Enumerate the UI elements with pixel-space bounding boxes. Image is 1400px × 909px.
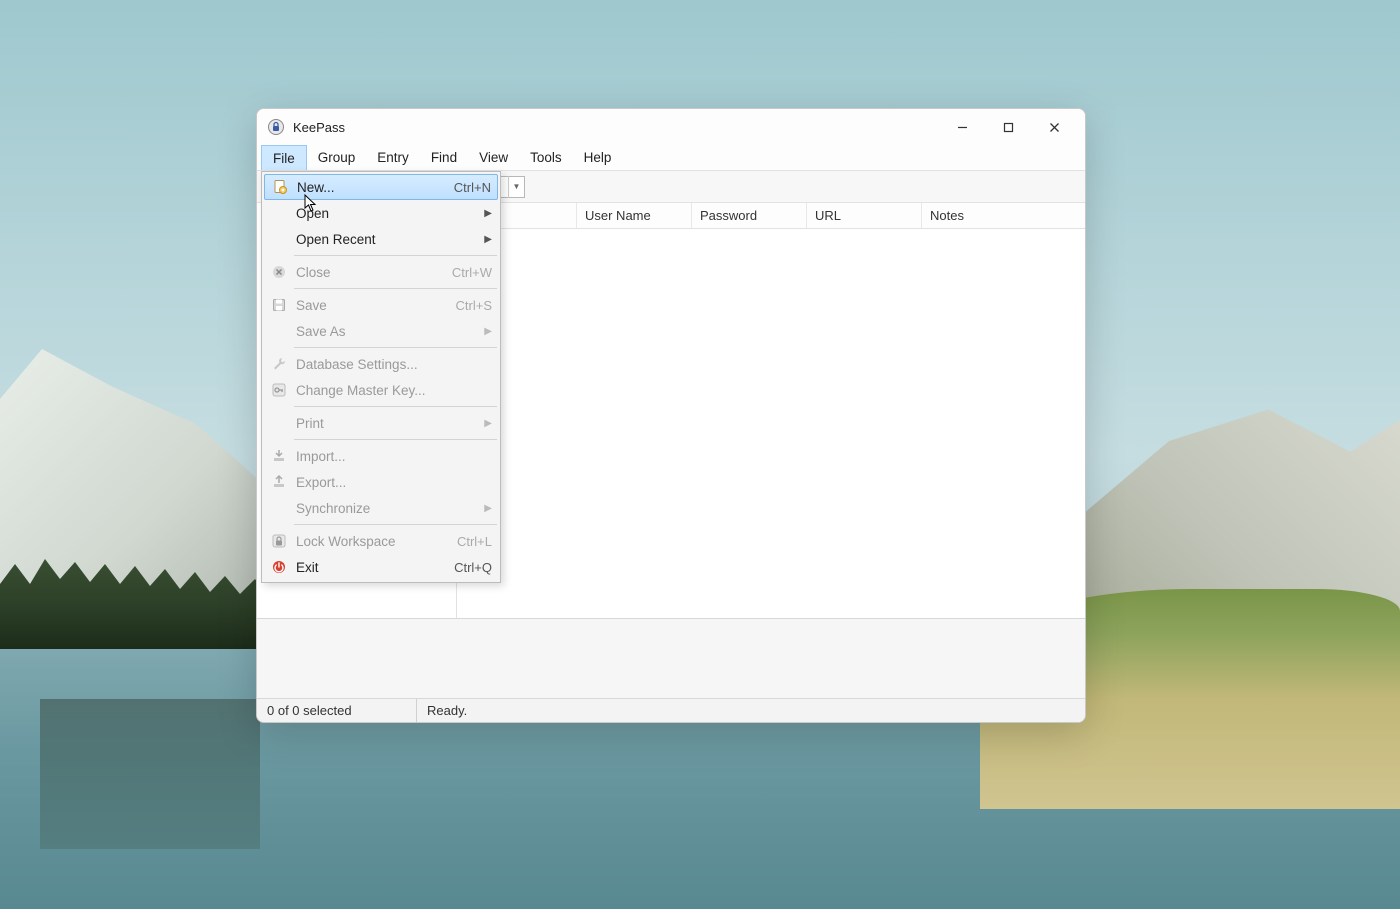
minimize-button[interactable] bbox=[939, 111, 985, 143]
column-headers: Title User Name Password URL Notes bbox=[457, 203, 1085, 229]
menu-item-label: Save As bbox=[296, 324, 480, 339]
file-menu-synchronize: Synchronize▶ bbox=[264, 495, 498, 521]
menu-item-shortcut: Ctrl+N bbox=[454, 180, 491, 195]
menu-help[interactable]: Help bbox=[573, 145, 623, 170]
window-title: KeePass bbox=[293, 120, 345, 135]
menu-separator bbox=[294, 406, 497, 407]
file-menu-print: Print▶ bbox=[264, 410, 498, 436]
app-lock-icon bbox=[267, 118, 285, 136]
file-menu-exit[interactable]: Exit Ctrl+Q bbox=[264, 554, 498, 580]
file-menu-dropdown: New...Ctrl+NOpen▶Open Recent▶CloseCtrl+W… bbox=[261, 171, 501, 583]
submenu-arrow-icon: ▶ bbox=[480, 326, 492, 337]
col-notes[interactable]: Notes bbox=[922, 203, 1085, 228]
file-menu-save: Save Ctrl+S bbox=[264, 292, 498, 318]
col-password[interactable]: Password bbox=[692, 203, 807, 228]
menu-item-shortcut: Ctrl+Q bbox=[454, 560, 492, 575]
close-circle-icon bbox=[268, 261, 290, 283]
menu-item-label: Change Master Key... bbox=[296, 383, 492, 398]
blank-icon bbox=[268, 228, 290, 250]
file-menu-open-recent[interactable]: Open Recent▶ bbox=[264, 226, 498, 252]
blank-icon bbox=[268, 497, 290, 519]
col-url[interactable]: URL bbox=[807, 203, 922, 228]
lock-icon bbox=[268, 530, 290, 552]
file-menu-change-master-key: Change Master Key... bbox=[264, 377, 498, 403]
details-pane bbox=[257, 618, 1085, 698]
toolbar-search-dropdown[interactable]: ▼ bbox=[508, 176, 524, 198]
menu-entry[interactable]: Entry bbox=[366, 145, 420, 170]
file-menu-import: Import... bbox=[264, 443, 498, 469]
submenu-arrow-icon: ▶ bbox=[480, 208, 492, 219]
blank-icon bbox=[268, 320, 290, 342]
file-menu-new[interactable]: New... Ctrl+N bbox=[264, 174, 498, 200]
menu-tools[interactable]: Tools bbox=[519, 145, 573, 170]
menubar: FileGroupEntryFindViewToolsHelp bbox=[257, 145, 1085, 171]
close-button[interactable] bbox=[1031, 111, 1077, 143]
save-icon bbox=[268, 294, 290, 316]
menu-separator bbox=[294, 439, 497, 440]
file-menu-lock-workspace: Lock Workspace Ctrl+L bbox=[264, 528, 498, 554]
menu-item-label: Database Settings... bbox=[296, 357, 492, 372]
menu-separator bbox=[294, 288, 497, 289]
menu-item-label: Export... bbox=[296, 475, 492, 490]
key-box-icon bbox=[268, 379, 290, 401]
blank-icon bbox=[268, 202, 290, 224]
menu-separator bbox=[294, 347, 497, 348]
menu-item-label: Open Recent bbox=[296, 232, 480, 247]
menu-item-label: New... bbox=[297, 180, 444, 195]
menu-group[interactable]: Group bbox=[307, 145, 367, 170]
menu-item-label: Exit bbox=[296, 560, 444, 575]
menu-view[interactable]: View bbox=[468, 145, 519, 170]
import-icon bbox=[268, 445, 290, 467]
menu-item-label: Open bbox=[296, 206, 480, 221]
maximize-button[interactable] bbox=[985, 111, 1031, 143]
file-menu-export: Export... bbox=[264, 469, 498, 495]
status-selection: 0 of 0 selected bbox=[257, 699, 417, 722]
statusbar: 0 of 0 selected Ready. bbox=[257, 698, 1085, 722]
file-menu-open[interactable]: Open▶ bbox=[264, 200, 498, 226]
file-menu-save-as: Save As▶ bbox=[264, 318, 498, 344]
menu-file[interactable]: File bbox=[261, 145, 307, 170]
submenu-arrow-icon: ▶ bbox=[480, 418, 492, 429]
file-menu-database-settings: Database Settings... bbox=[264, 351, 498, 377]
export-icon bbox=[268, 471, 290, 493]
power-icon bbox=[268, 556, 290, 578]
menu-item-label: Synchronize bbox=[296, 501, 480, 516]
titlebar[interactable]: KeePass bbox=[257, 109, 1085, 145]
menu-item-shortcut: Ctrl+S bbox=[456, 298, 492, 313]
menu-item-shortcut: Ctrl+L bbox=[457, 534, 492, 549]
menu-separator bbox=[294, 255, 497, 256]
wrench-icon bbox=[268, 353, 290, 375]
new-file-icon bbox=[269, 176, 291, 198]
menu-find[interactable]: Find bbox=[420, 145, 468, 170]
menu-item-label: Lock Workspace bbox=[296, 534, 447, 549]
file-menu-close: Close Ctrl+W bbox=[264, 259, 498, 285]
keepass-window: KeePass FileGroupEntryFindViewToolsHelp … bbox=[256, 108, 1086, 723]
menu-item-label: Import... bbox=[296, 449, 492, 464]
menu-separator bbox=[294, 524, 497, 525]
status-ready: Ready. bbox=[417, 699, 477, 722]
menu-item-label: Save bbox=[296, 298, 446, 313]
menu-item-shortcut: Ctrl+W bbox=[452, 265, 492, 280]
blank-icon bbox=[268, 412, 290, 434]
menu-item-label: Close bbox=[296, 265, 442, 280]
menu-item-label: Print bbox=[296, 416, 480, 431]
col-username[interactable]: User Name bbox=[577, 203, 692, 228]
submenu-arrow-icon: ▶ bbox=[480, 234, 492, 245]
entry-list[interactable]: Title User Name Password URL Notes bbox=[457, 203, 1085, 618]
submenu-arrow-icon: ▶ bbox=[480, 503, 492, 514]
